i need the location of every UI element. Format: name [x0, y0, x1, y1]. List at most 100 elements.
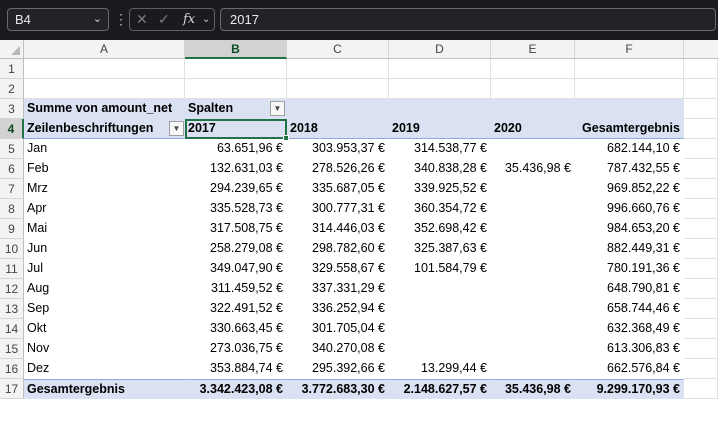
- insert-function-icon[interactable]: fx: [183, 9, 195, 30]
- pivot-total-cell[interactable]: 35.436,98 €: [491, 379, 575, 399]
- row-header-10[interactable]: 10: [0, 239, 24, 259]
- pivot-value-cell[interactable]: 984.653,20 €: [575, 219, 684, 239]
- grid-cell[interactable]: [684, 59, 718, 79]
- pivot-value-cell[interactable]: 780.191,36 €: [575, 259, 684, 279]
- pivot-value-cell[interactable]: 658.744,46 €: [575, 299, 684, 319]
- formula-input[interactable]: 2017: [220, 8, 716, 31]
- pivot-value-cell[interactable]: [389, 299, 491, 319]
- pivot-value-cell[interactable]: 339.925,52 €: [389, 179, 491, 199]
- row-header-1[interactable]: 1: [0, 59, 24, 79]
- filter-dropdown-icon[interactable]: ▼: [270, 101, 285, 116]
- grid-cell[interactable]: [684, 179, 718, 199]
- grid-cell[interactable]: [684, 359, 718, 379]
- pivot-total-cell[interactable]: 3.342.423,08 €: [185, 379, 287, 399]
- column-header-b[interactable]: B: [185, 40, 287, 59]
- row-header-13[interactable]: 13: [0, 299, 24, 319]
- grid-cell[interactable]: [684, 299, 718, 319]
- column-header-f[interactable]: F: [575, 40, 684, 59]
- row-header-6[interactable]: 6: [0, 159, 24, 179]
- pivot-value-cell[interactable]: 335.687,05 €: [287, 179, 389, 199]
- grid-cell[interactable]: [491, 59, 575, 79]
- pivot-value-cell[interactable]: 303.953,37 €: [287, 139, 389, 159]
- pivot-value-cell[interactable]: [491, 139, 575, 159]
- pivot-value-cell[interactable]: [389, 339, 491, 359]
- grid-cell[interactable]: [684, 99, 718, 119]
- grid-cell[interactable]: [185, 79, 287, 99]
- pivot-value-cell[interactable]: 273.036,75 €: [185, 339, 287, 359]
- grid-cell[interactable]: [684, 139, 718, 159]
- grid-cell[interactable]: [684, 259, 718, 279]
- row-header-2[interactable]: 2: [0, 79, 24, 99]
- grid-cell[interactable]: [575, 79, 684, 99]
- pivot-year-2019[interactable]: 2019: [389, 119, 491, 139]
- row-header-9[interactable]: 9: [0, 219, 24, 239]
- grid-cell[interactable]: [24, 79, 185, 99]
- pivot-value-cell[interactable]: 300.777,31 €: [287, 199, 389, 219]
- grid-cell[interactable]: [684, 379, 718, 399]
- pivot-value-cell[interactable]: [491, 279, 575, 299]
- grid-cell[interactable]: [684, 119, 718, 139]
- pivot-value-cell[interactable]: 132.631,03 €: [185, 159, 287, 179]
- grid-cell[interactable]: [684, 239, 718, 259]
- filter-dropdown-icon[interactable]: ▼: [169, 121, 184, 136]
- enter-check-icon[interactable]: ✓: [158, 9, 170, 30]
- column-header-d[interactable]: D: [389, 40, 491, 59]
- pivot-value-cell[interactable]: 35.436,98 €: [491, 159, 575, 179]
- pivot-value-cell[interactable]: 353.884,74 €: [185, 359, 287, 379]
- row-header-3[interactable]: 3: [0, 99, 24, 119]
- pivot-value-cell[interactable]: 996.660,76 €: [575, 199, 684, 219]
- pivot-value-cell[interactable]: 311.459,52 €: [185, 279, 287, 299]
- grid-cell[interactable]: [287, 79, 389, 99]
- row-header-12[interactable]: 12: [0, 279, 24, 299]
- column-header-e[interactable]: E: [491, 40, 575, 59]
- pivot-value-cell[interactable]: 682.144,10 €: [575, 139, 684, 159]
- cancel-icon[interactable]: ✕: [136, 9, 148, 30]
- pivot-value-cell[interactable]: [491, 199, 575, 219]
- grid-cell[interactable]: [185, 59, 287, 79]
- grid-cell[interactable]: [684, 319, 718, 339]
- select-all-corner[interactable]: [0, 40, 24, 59]
- pivot-value-cell[interactable]: 662.576,84 €: [575, 359, 684, 379]
- pivot-value-cell[interactable]: [491, 239, 575, 259]
- pivot-value-cell[interactable]: 337.331,29 €: [287, 279, 389, 299]
- pivot-value-cell[interactable]: 360.354,72 €: [389, 199, 491, 219]
- pivot-value-cell[interactable]: 330.663,45 €: [185, 319, 287, 339]
- pivot-value-cell[interactable]: [491, 339, 575, 359]
- pivot-value-cell[interactable]: 336.252,94 €: [287, 299, 389, 319]
- pivot-total-cell[interactable]: 9.299.170,93 €: [575, 379, 684, 399]
- pivot-value-cell[interactable]: [491, 259, 575, 279]
- row-header-8[interactable]: 8: [0, 199, 24, 219]
- row-header-15[interactable]: 15: [0, 339, 24, 359]
- pivot-value-cell[interactable]: 317.508,75 €: [185, 219, 287, 239]
- grid-cell[interactable]: [491, 79, 575, 99]
- grid-cell[interactable]: [684, 159, 718, 179]
- grid-cell[interactable]: [24, 59, 185, 79]
- pivot-value-cell[interactable]: 301.705,04 €: [287, 319, 389, 339]
- pivot-value-cell[interactable]: 322.491,52 €: [185, 299, 287, 319]
- pivot-value-cell[interactable]: [389, 279, 491, 299]
- pivot-value-cell[interactable]: 340.270,08 €: [287, 339, 389, 359]
- pivot-value-cell[interactable]: 101.584,79 €: [389, 259, 491, 279]
- pivot-value-cell[interactable]: 613.306,83 €: [575, 339, 684, 359]
- column-header-c[interactable]: C: [287, 40, 389, 59]
- pivot-value-cell[interactable]: 352.698,42 €: [389, 219, 491, 239]
- row-header-17[interactable]: 17: [0, 379, 24, 399]
- pivot-value-cell[interactable]: [491, 319, 575, 339]
- pivot-year-2020[interactable]: 2020: [491, 119, 575, 139]
- pivot-value-cell[interactable]: [491, 179, 575, 199]
- pivot-value-cell[interactable]: [491, 359, 575, 379]
- pivot-value-cell[interactable]: 349.047,90 €: [185, 259, 287, 279]
- pivot-value-cell[interactable]: 314.538,77 €: [389, 139, 491, 159]
- pivot-value-cell[interactable]: 969.852,22 €: [575, 179, 684, 199]
- chevron-down-icon[interactable]: ⌄: [93, 9, 102, 30]
- row-header-14[interactable]: 14: [0, 319, 24, 339]
- pivot-value-cell[interactable]: 295.392,66 €: [287, 359, 389, 379]
- pivot-value-cell[interactable]: 648.790,81 €: [575, 279, 684, 299]
- pivot-value-cell[interactable]: 298.782,60 €: [287, 239, 389, 259]
- pivot-total-cell[interactable]: 2.148.627,57 €: [389, 379, 491, 399]
- grid-cell[interactable]: [684, 339, 718, 359]
- name-box[interactable]: B4 ⌄: [7, 8, 109, 31]
- pivot-value-cell[interactable]: 787.432,55 €: [575, 159, 684, 179]
- pivot-year-2017[interactable]: 2017: [185, 119, 287, 139]
- pivot-value-cell[interactable]: 314.446,03 €: [287, 219, 389, 239]
